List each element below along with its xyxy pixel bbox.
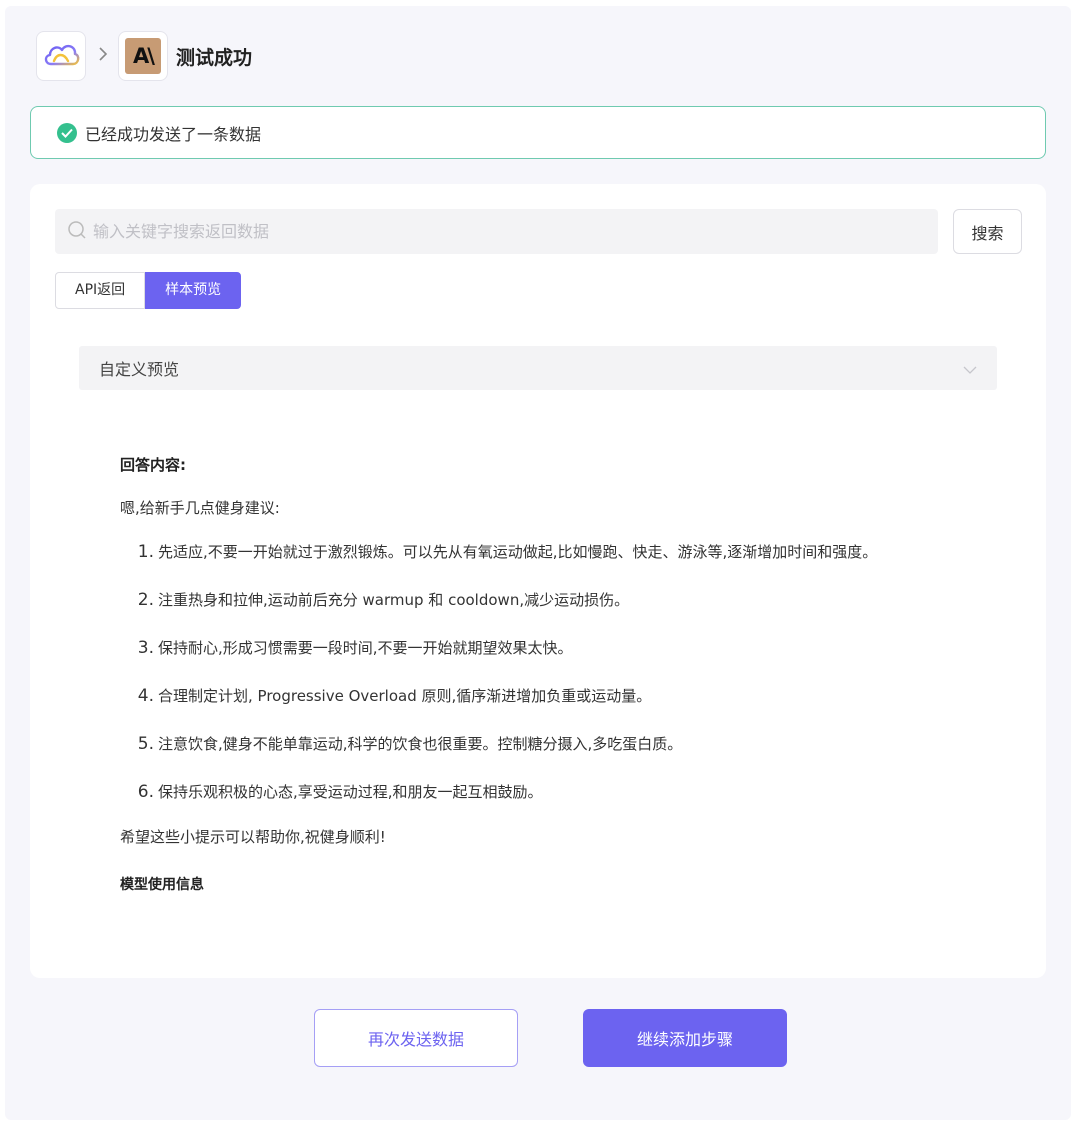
model-usage-label: 模型使用信息 — [120, 877, 204, 893]
tab-sample-preview[interactable]: 样本预览 — [145, 272, 242, 309]
answer-label: 回答内容: — [120, 456, 186, 474]
integration-logo: A\ — [118, 31, 168, 81]
answer-intro: 嗯,给新手几点健身建议: — [120, 499, 280, 517]
response-card: 搜索 API返回 样本预览 自定义预览 回答内容: 嗯,给新手几点健身建议: 1… — [30, 184, 1046, 978]
chevron-right-icon — [98, 47, 108, 65]
list-item: 1. 先适应,不要一开始就过于激烈锻炼。可以先从有氧运动做起,比如慢跑、快走、游泳… — [137, 542, 878, 562]
chevron-down-icon — [963, 359, 977, 378]
search-button[interactable]: 搜索 — [953, 209, 1022, 254]
alert-message: 已经成功发送了一条数据 — [85, 124, 262, 144]
preview-mode-select[interactable]: 自定义预览 — [79, 346, 997, 390]
list-item: 5. 注意饮食,健身不能单靠运动,科学的饮食也很重要。控制糖分摄入,多吃蛋白质。 — [137, 734, 683, 754]
anthropic-logo-icon: A\ — [125, 38, 161, 74]
step-header: A\ 测试成功 — [36, 31, 252, 81]
success-alert: 已经成功发送了一条数据 — [30, 106, 1046, 159]
view-tabs: API返回 样本预览 — [55, 272, 242, 309]
list-item: 6. 保持乐观积极的心态,享受运动过程,和朋友一起互相鼓励。 — [137, 782, 543, 802]
sample-preview-content: 回答内容: 嗯,给新手几点健身建议: 1. 先适应,不要一开始就过于激烈锻炼。可以… — [120, 454, 980, 894]
search-bar — [55, 209, 938, 254]
advice-list: 1. 先适应,不要一开始就过于激烈锻炼。可以先从有氧运动做起,比如慢跑、快走、游泳… — [120, 540, 980, 805]
cloud-icon — [42, 39, 80, 73]
list-item: 3. 保持耐心,形成习惯需要一段时间,不要一开始就期望效果太快。 — [137, 638, 573, 658]
search-icon — [67, 220, 87, 244]
preview-mode-value: 自定义预览 — [99, 360, 180, 379]
continue-add-step-button[interactable]: 继续添加步骤 — [583, 1009, 787, 1067]
search-input[interactable] — [93, 222, 913, 241]
page-title: 测试成功 — [176, 46, 253, 69]
list-item: 4. 合理制定计划, Progressive Overload 原则,循序渐进增加… — [137, 686, 652, 706]
app-icon-button[interactable] — [36, 31, 86, 81]
check-circle-icon — [57, 122, 77, 143]
list-item: 2. 注重热身和拉伸,运动前后充分 warmup 和 cooldown,减少运动损… — [137, 590, 630, 610]
tab-api-response[interactable]: API返回 — [55, 272, 146, 309]
resend-data-button[interactable]: 再次发送数据 — [314, 1009, 518, 1067]
answer-outro: 希望这些小提示可以帮助你,祝健身顺利! — [120, 828, 386, 846]
